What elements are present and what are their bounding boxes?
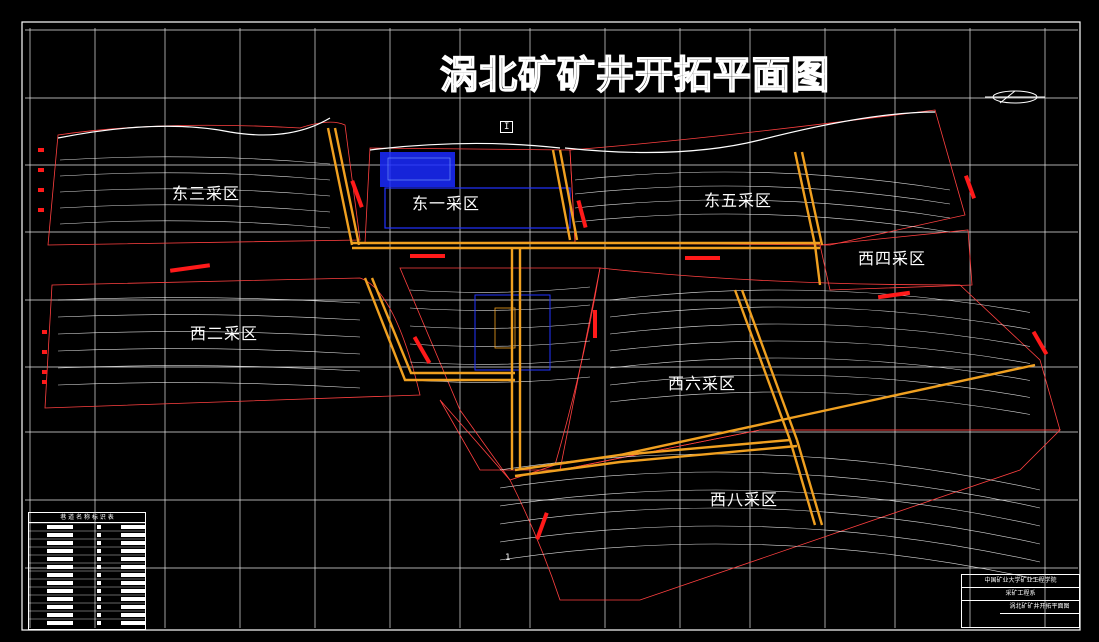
east1-facility — [380, 152, 571, 371]
title-block-institution: 中国矿业大学矿业工程学院 — [962, 575, 1079, 588]
legend-rows — [29, 523, 145, 625]
section-mark-top: I — [500, 121, 514, 133]
zone-label-west8: 西八采区 — [710, 490, 779, 509]
coordinate-grid — [25, 28, 1078, 631]
legend-table: 巷 道 名 称 标 识 表 — [28, 512, 146, 630]
legend-header: 巷 道 名 称 标 识 表 — [29, 513, 145, 523]
title-block-dept: 采矿工程系 — [962, 588, 1079, 601]
section-mark-bottom: 1 — [505, 553, 511, 563]
zone-label-east3: 东三采区 — [172, 184, 241, 203]
zone-label-east5: 东五采区 — [704, 191, 773, 210]
page-title: 涡北矿矿井开拓平面图 — [439, 52, 831, 97]
zone-label-west6: 西六采区 — [668, 374, 737, 393]
zone-label-west2: 西二采区 — [190, 324, 259, 343]
contour-lines — [57, 156, 1041, 581]
north-arrow-icon — [985, 90, 1045, 104]
outcrop-lines — [57, 111, 936, 154]
zone-label-west4: 西四采区 — [858, 249, 927, 268]
zone-label-east1: 东一采区 — [412, 194, 481, 213]
title-block-drawing: 涡北矿矿井开拓平面图 — [1000, 601, 1079, 614]
title-block: 中国矿业大学矿业工程学院 采矿工程系 涡北矿矿井开拓平面图 — [961, 574, 1080, 628]
